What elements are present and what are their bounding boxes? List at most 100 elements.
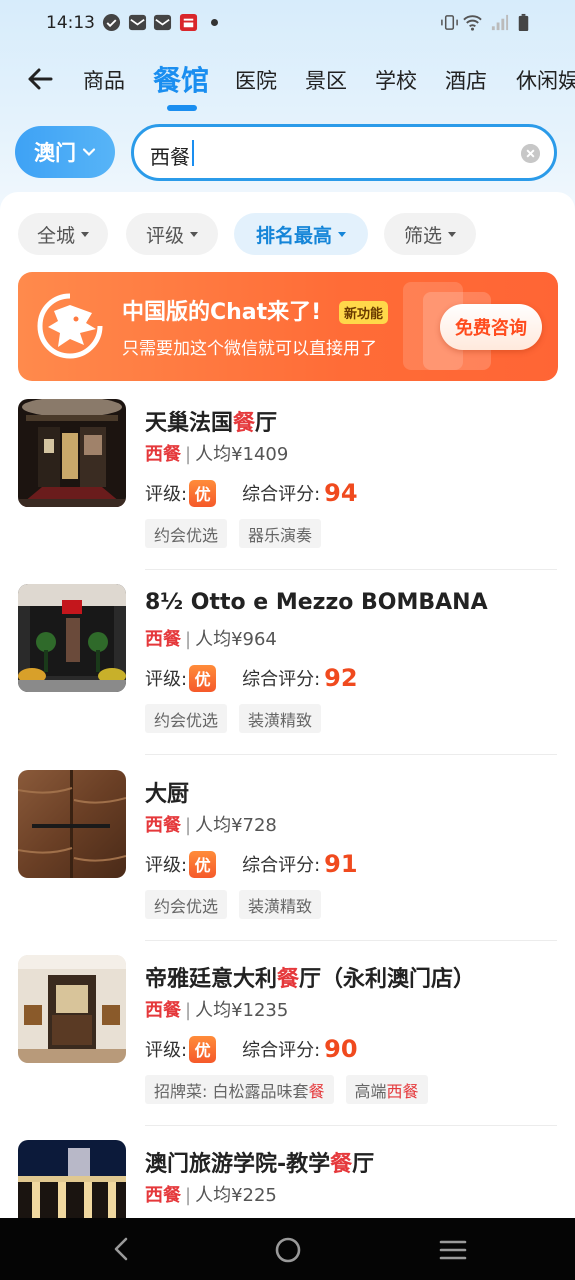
tab-scenic-spots[interactable]: 景区 <box>305 65 347 95</box>
search-input[interactable]: 西餐 <box>131 124 557 181</box>
cuisine-label: 西餐 <box>145 1185 181 1206</box>
search-query: 西餐 <box>150 145 190 169</box>
recents-nav-icon[interactable] <box>439 1238 467 1262</box>
excellent-rating-badge: 优 <box>189 479 217 507</box>
tag: 约会优选 <box>145 890 228 919</box>
banner-subtitle: 只需要加这个微信就可以直接用了 <box>122 339 377 359</box>
restaurant-meta: 西餐 | 人均¥964 <box>145 629 277 650</box>
filter-city-label: 全城 <box>36 224 75 247</box>
clear-search-icon[interactable] <box>521 144 540 163</box>
divider <box>145 754 557 755</box>
text-cursor <box>192 140 194 166</box>
average-price: 人均¥225 <box>195 1185 277 1206</box>
rating-label: 评级: <box>145 1040 188 1061</box>
results-panel: 全城 评级 排名最高 筛选 中国版的Chat来了! 新功能 只需要加这个微信就可… <box>0 192 575 1222</box>
restaurant-list-item[interactable]: 帝雅廷意大利餐厅（永利澳门店） 西餐 | 人均¥1235 评级: 优 综合评分: 9… <box>0 955 575 1140</box>
tag-list: 约会优选 装潢精致 <box>145 890 322 919</box>
city-label: 澳门 <box>34 141 76 165</box>
restaurant-photo <box>18 955 126 1063</box>
cuisine-label: 西餐 <box>145 444 181 465</box>
restaurant-meta: 西餐 | 人均¥1235 <box>145 1000 289 1021</box>
filter-top-ranked[interactable]: 排名最高 <box>234 213 368 255</box>
wifi-icon <box>463 15 482 31</box>
category-tabs: 商品 餐馆 医院 景区 学校 酒店 休闲娱 <box>0 55 575 111</box>
high-end-tag: 高端 西餐 <box>345 1075 428 1104</box>
overall-score: 90 <box>324 1035 358 1063</box>
filter-more-label: 筛选 <box>403 224 442 247</box>
cuisine-label: 西餐 <box>145 1000 181 1021</box>
rating-row: 评级: 优 综合评分: 92 <box>145 664 358 692</box>
score-label: 综合评分: <box>242 1040 321 1061</box>
signature-dish-tag: 招牌菜: 白松露品味套餐 <box>145 1075 334 1104</box>
average-price: 人均¥964 <box>195 629 277 650</box>
restaurant-meta: 西餐 | 人均¥728 <box>145 815 277 836</box>
restaurant-name: 大厨 <box>145 782 190 807</box>
tab-goods[interactable]: 商品 <box>83 65 125 95</box>
filter-more[interactable]: 筛选 <box>384 213 476 255</box>
tag-list: 招牌菜: 白松露品味套餐 高端 西餐 <box>145 1075 428 1104</box>
back-arrow-icon[interactable] <box>26 65 54 93</box>
restaurant-list-item[interactable]: 澳门旅游学院-教学餐厅 西餐 | 人均¥225 <box>0 1140 575 1222</box>
status-time: 14:13 <box>46 13 95 33</box>
overall-score: 94 <box>324 479 358 507</box>
battery-icon <box>518 13 529 32</box>
banner-title: 中国版的Chat来了! <box>122 300 322 325</box>
restaurant-list-item[interactable]: 大厨 西餐 | 人均¥728 评级: 优 综合评分: 91 约会优选 装潢精致 <box>0 770 575 955</box>
app-notification-icon <box>179 13 198 32</box>
dropdown-icon <box>81 231 89 237</box>
free-consult-button[interactable]: 免费咨询 <box>440 304 542 350</box>
score-label: 综合评分: <box>242 855 321 876</box>
filter-city[interactable]: 全城 <box>18 213 108 255</box>
tag: 器乐演奏 <box>239 519 322 548</box>
average-price: 人均¥1235 <box>195 1000 289 1021</box>
more-notifications-dot <box>211 19 218 26</box>
restaurant-name: 帝雅廷意大利餐厅（永利澳门店） <box>145 967 476 992</box>
back-nav-icon[interactable] <box>110 1236 134 1262</box>
mail-icon <box>153 14 172 31</box>
excellent-rating-badge: 优 <box>189 664 217 692</box>
divider <box>145 569 557 570</box>
restaurant-photo <box>18 1140 126 1222</box>
restaurant-name: 天巢法国餐厅 <box>145 411 278 436</box>
rating-label: 评级: <box>145 484 188 505</box>
tab-leisure[interactable]: 休闲娱 <box>516 65 575 95</box>
rating-row: 评级: 优 综合评分: 90 <box>145 1035 358 1063</box>
city-selector[interactable]: 澳门 <box>15 126 115 178</box>
tab-hospitals[interactable]: 医院 <box>235 65 277 95</box>
rating-row: 评级: 优 综合评分: 94 <box>145 479 358 507</box>
vibrate-icon <box>441 15 458 30</box>
rating-label: 评级: <box>145 855 188 876</box>
restaurant-name: 8½ Otto e Mezzo BOMBANA <box>145 590 488 615</box>
overall-score: 92 <box>324 664 358 692</box>
average-price: 人均¥728 <box>195 815 277 836</box>
active-tab-indicator <box>167 105 197 111</box>
dropdown-icon <box>190 231 198 237</box>
rating-label: 评级: <box>145 669 188 690</box>
tag: 装潢精致 <box>239 890 322 919</box>
restaurant-photo <box>18 399 126 507</box>
restaurant-photo <box>18 584 126 692</box>
tag: 装潢精致 <box>239 704 322 733</box>
filter-top-ranked-label: 排名最高 <box>255 224 332 247</box>
restaurant-list-item[interactable]: 8½ Otto e Mezzo BOMBANA 西餐 | 人均¥964 评级: 优 … <box>0 584 575 769</box>
tag: 约会优选 <box>145 704 228 733</box>
score-label: 综合评分: <box>242 669 321 690</box>
dropdown-icon <box>448 231 456 237</box>
home-nav-icon[interactable] <box>274 1236 302 1264</box>
filter-rating[interactable]: 评级 <box>126 213 218 255</box>
restaurant-list-item[interactable]: 天巢法国餐厅 西餐 | 人均¥1409 评级: 优 综合评分: 94 约会优选 器乐… <box>0 399 575 584</box>
tab-restaurants[interactable]: 餐馆 <box>153 59 209 99</box>
divider <box>145 940 557 941</box>
excellent-rating-badge: 优 <box>189 1035 217 1063</box>
tag-list: 约会优选 装潢精致 <box>145 704 322 733</box>
overall-score: 91 <box>324 850 358 878</box>
promo-banner[interactable]: 中国版的Chat来了! 新功能 只需要加这个微信就可以直接用了 免费咨询 <box>18 272 558 381</box>
tab-schools[interactable]: 学校 <box>375 65 417 95</box>
system-navigation-bar <box>0 1218 575 1280</box>
tag: 约会优选 <box>145 519 228 548</box>
cuisine-label: 西餐 <box>145 815 181 836</box>
dropdown-icon <box>338 231 346 237</box>
tab-hotels[interactable]: 酒店 <box>445 65 487 95</box>
lion-logo-icon <box>37 293 103 359</box>
tag-list: 约会优选 器乐演奏 <box>145 519 322 548</box>
